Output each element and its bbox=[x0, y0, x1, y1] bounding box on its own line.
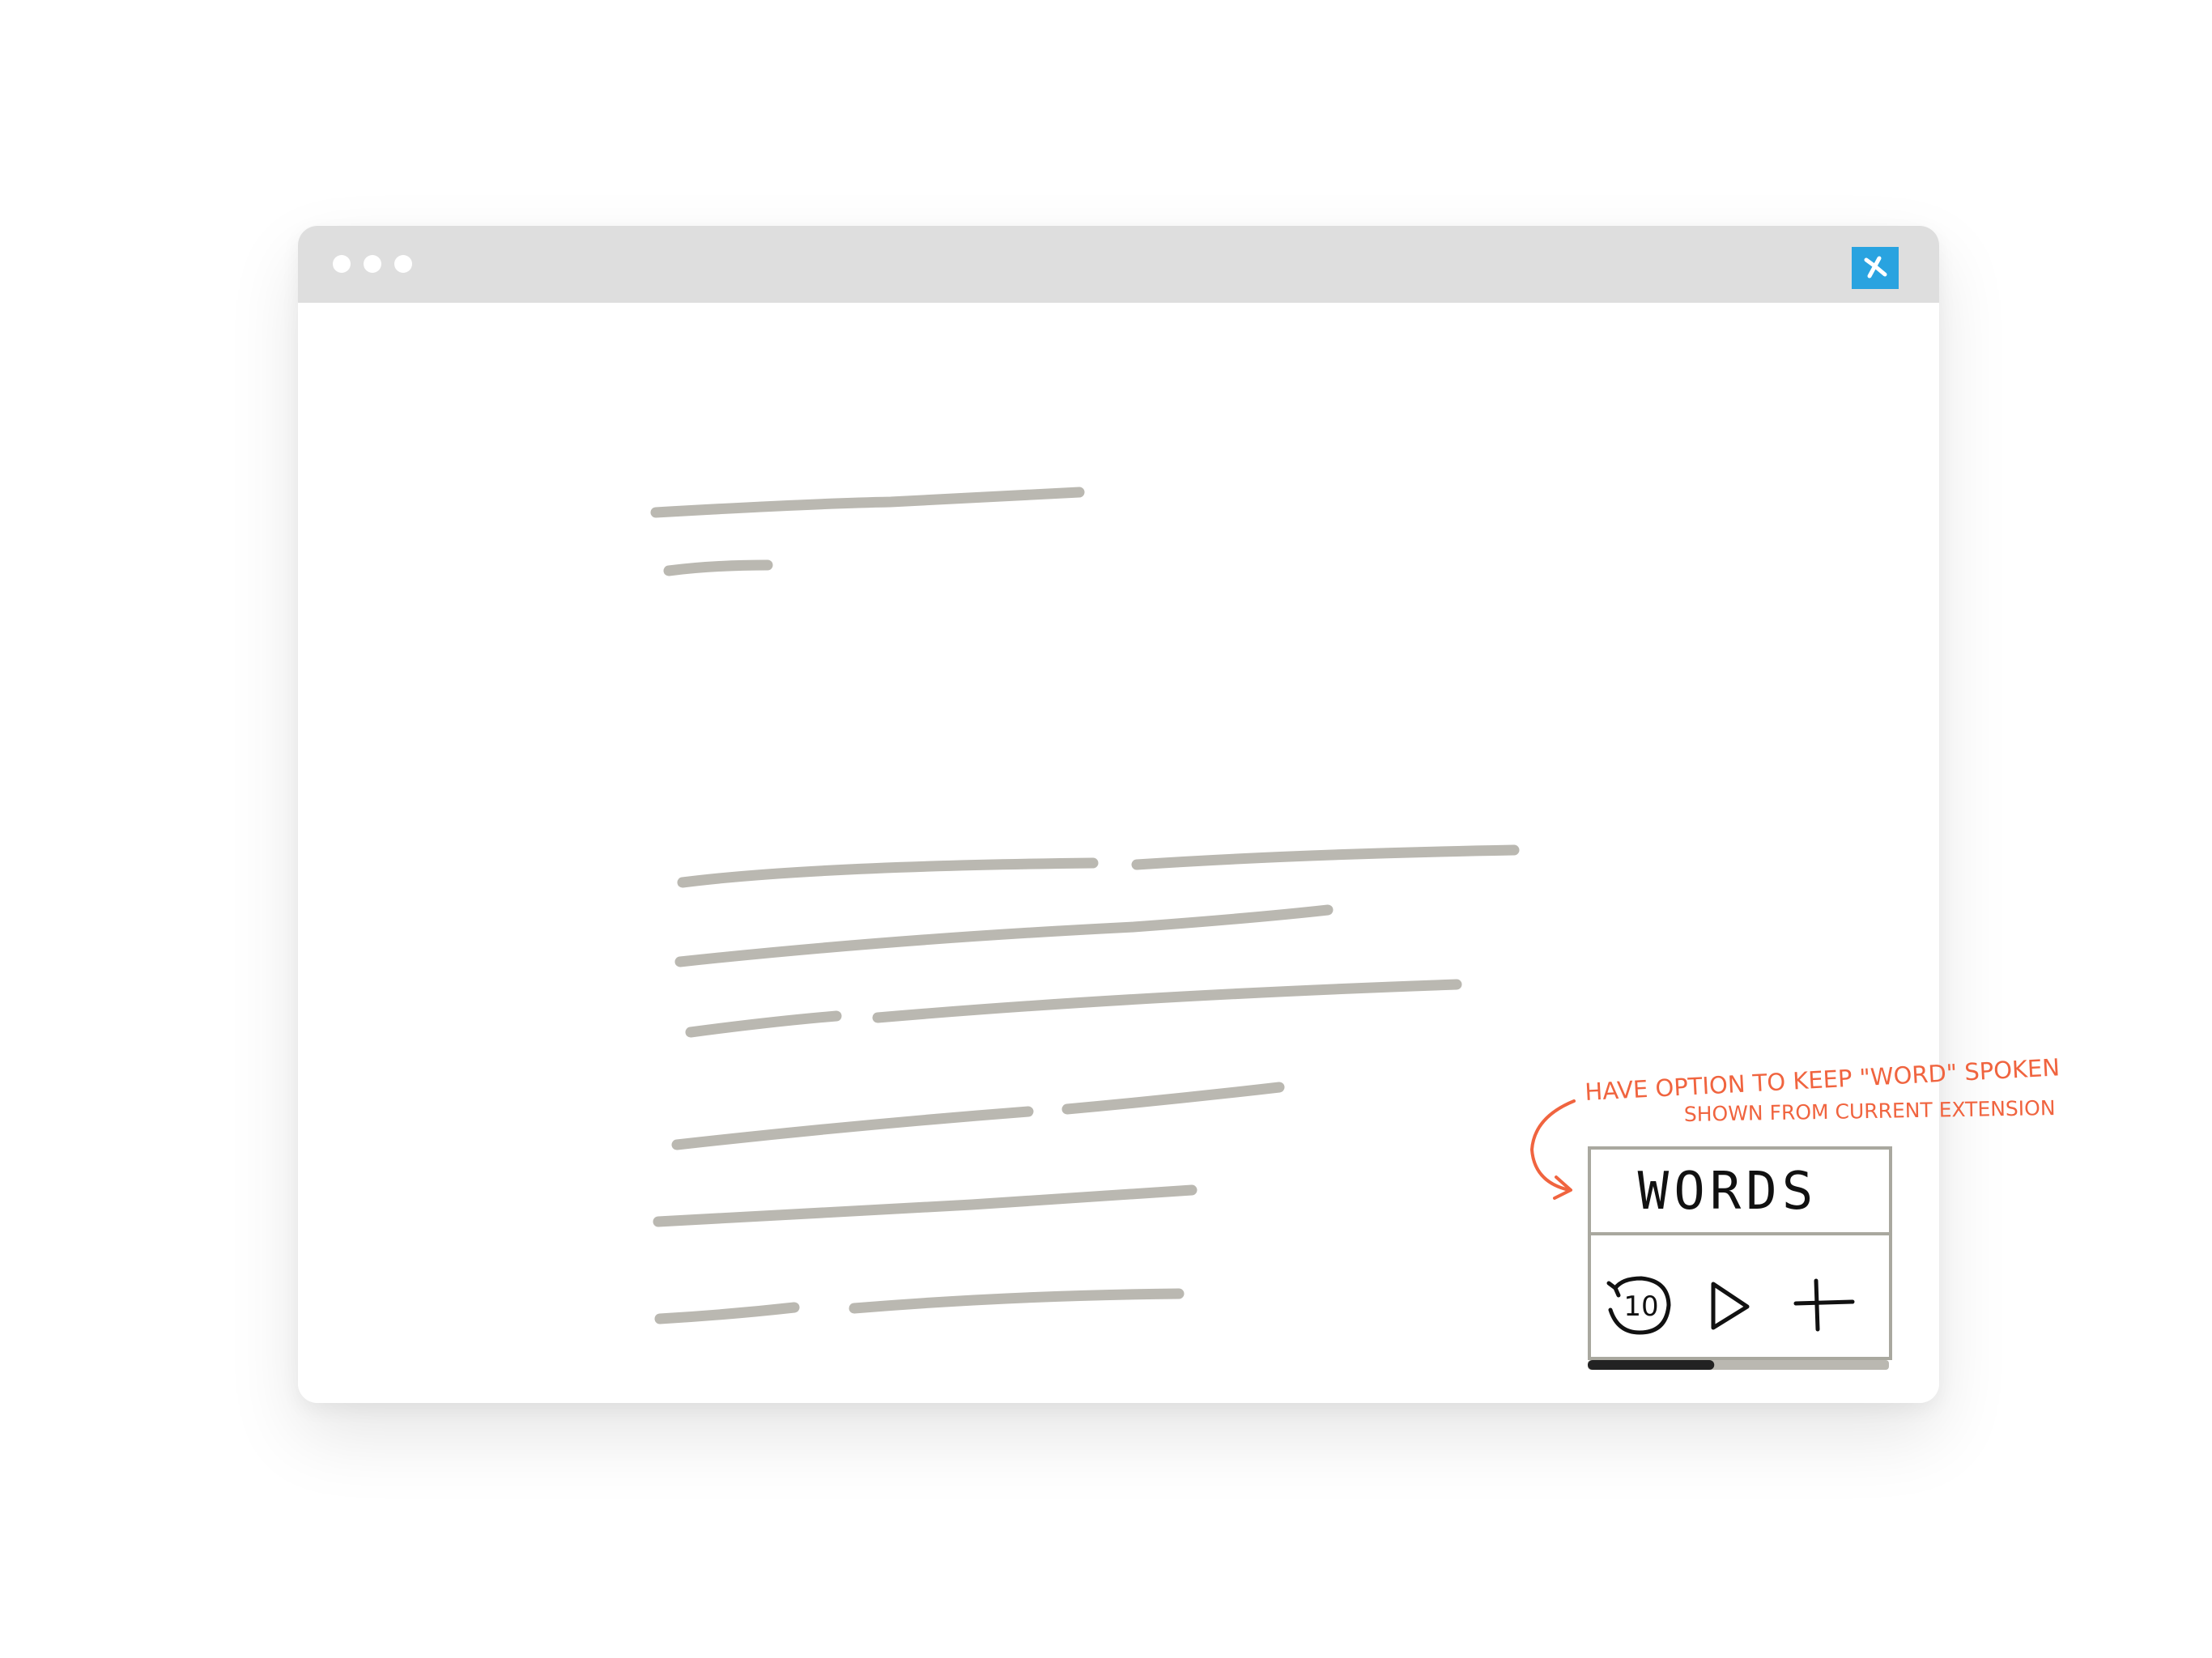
extension-logo-icon[interactable] bbox=[1852, 247, 1899, 289]
window-dot-1[interactable] bbox=[333, 255, 351, 273]
window-dot-3[interactable] bbox=[394, 255, 412, 273]
browser-titlebar bbox=[298, 226, 1939, 303]
browser-window bbox=[298, 226, 1939, 1403]
window-dot-2[interactable] bbox=[364, 255, 381, 273]
page-content-area bbox=[298, 303, 1939, 1403]
